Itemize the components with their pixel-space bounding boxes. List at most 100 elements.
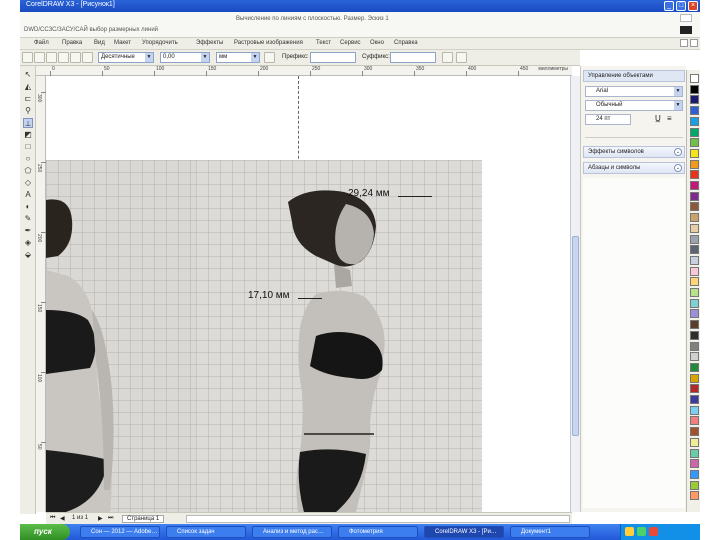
font-select[interactable]: Arial ▼ — [585, 86, 683, 97]
horizontal-dimension-icon[interactable] — [46, 52, 57, 63]
horizontal-ruler[interactable]: 0 50 100 150 200 250 300 350 400 450 миллиметры — [36, 66, 572, 76]
palette-swatch[interactable] — [690, 138, 699, 148]
auto-dimension-icon[interactable] — [22, 52, 33, 63]
menu-view[interactable]: Вид — [94, 40, 105, 46]
palette-swatch[interactable] — [690, 491, 699, 501]
section-character-effects[interactable]: Эффекты символов ⌄ — [583, 146, 685, 158]
palette-swatch[interactable] — [690, 469, 699, 479]
page-tab-1[interactable]: Страница 1 — [122, 515, 165, 523]
left-photo[interactable] — [46, 160, 196, 512]
horizontal-scrollbar[interactable] — [186, 515, 570, 523]
suffix-input[interactable] — [390, 52, 436, 63]
palette-swatch[interactable] — [690, 416, 699, 426]
eyedropper-icon[interactable]: ✎ — [23, 214, 33, 224]
drawing-canvas[interactable]: 29,24 мм 17,10 мм — [46, 76, 570, 512]
palette-swatch[interactable] — [690, 288, 699, 297]
palette-swatch[interactable] — [690, 213, 699, 223]
palette-swatch[interactable] — [690, 448, 699, 458]
palette-swatch[interactable] — [690, 223, 699, 233]
interactive-fill-icon[interactable]: ⬙ — [23, 250, 33, 260]
interactive-blend-icon[interactable]: ◐ — [23, 202, 33, 212]
menu-file[interactable]: Файл — [34, 40, 49, 46]
section-paragraph[interactable]: Абзацы и символы ⌄ — [583, 162, 685, 174]
rectangle-tool-icon[interactable]: □ — [23, 142, 33, 152]
task-2[interactable]: Список задач — [166, 526, 246, 538]
dynamic-dimension-icon[interactable] — [442, 52, 453, 63]
prev-page-button[interactable]: ◀ — [60, 515, 65, 522]
palette-swatch[interactable] — [690, 245, 699, 255]
polygon-tool-icon[interactable]: ⬠ — [23, 166, 33, 176]
palette-swatch[interactable] — [690, 405, 699, 415]
palette-swatch[interactable] — [690, 298, 699, 308]
vertical-dimension-icon[interactable] — [34, 52, 45, 63]
zoom-tool-icon[interactable]: ⚲ — [23, 106, 33, 116]
palette-swatch[interactable] — [690, 159, 699, 169]
menu-help[interactable]: Справка — [394, 40, 418, 46]
palette-swatch[interactable] — [690, 234, 699, 244]
menu-bitmaps[interactable]: Растровые изображения — [234, 40, 303, 46]
palette-swatch[interactable] — [690, 170, 699, 180]
task-1[interactable]: Сон — 2012 — Adobe… — [80, 526, 160, 538]
palette-swatch[interactable] — [690, 384, 699, 394]
angular-dimension-icon[interactable] — [82, 52, 93, 63]
palette-swatch[interactable] — [690, 181, 699, 190]
menu-edit[interactable]: Правка — [62, 40, 82, 46]
palette-swatch[interactable] — [690, 106, 699, 116]
palette-swatch[interactable] — [690, 459, 699, 469]
maximize-button[interactable]: □ — [676, 1, 686, 11]
palette-swatch[interactable] — [690, 266, 699, 276]
measurement-head-label[interactable]: 29,24 мм — [348, 188, 390, 199]
dimension-units-select[interactable]: мм ▼ — [216, 52, 260, 63]
fill-tool-icon[interactable]: ◈ — [23, 238, 33, 248]
palette-swatch[interactable] — [690, 84, 699, 94]
font-style-select[interactable]: Обычный ▼ — [585, 100, 683, 111]
palette-swatch[interactable] — [690, 427, 699, 437]
palette-swatch[interactable] — [690, 255, 699, 265]
prefix-input[interactable] — [310, 52, 356, 63]
smart-fill-icon[interactable]: ◩ — [23, 130, 33, 140]
palette-swatch[interactable] — [690, 95, 699, 105]
palette-swatch[interactable] — [690, 362, 699, 372]
menu-window[interactable]: Окно — [370, 40, 384, 46]
next-page-button[interactable]: ▶ — [98, 515, 103, 522]
measurement-head-line[interactable] — [398, 196, 432, 197]
palette-swatch[interactable] — [690, 148, 699, 158]
tray-icon-1[interactable] — [625, 527, 634, 536]
shape-tool-icon[interactable]: ◭ — [23, 82, 33, 92]
last-page-button[interactable]: ⏭ — [108, 515, 113, 522]
palette-swatch[interactable] — [690, 330, 699, 340]
task-5[interactable]: CorelDRAW X3 - [Ри… — [424, 526, 504, 538]
palette-swatch[interactable] — [690, 352, 699, 362]
palette-swatch[interactable] — [690, 309, 699, 319]
palette-swatch[interactable] — [690, 341, 699, 351]
palette-swatch[interactable] — [690, 320, 699, 330]
main-photo[interactable] — [196, 160, 482, 512]
align-icon[interactable]: ≡ — [667, 114, 672, 123]
text-tool-icon[interactable]: A — [23, 190, 33, 200]
font-size-field[interactable]: 24 пт — [585, 114, 631, 125]
task-3[interactable]: Анализ и метод рас… — [252, 526, 332, 538]
minimize-button[interactable]: _ — [664, 1, 674, 11]
doc-close-button[interactable] — [690, 39, 698, 47]
hint-color-icon[interactable] — [680, 26, 692, 34]
vertical-scrollbar[interactable] — [570, 76, 580, 512]
palette-swatch[interactable] — [690, 277, 699, 287]
first-page-button[interactable]: ⏮ — [50, 515, 55, 522]
underline-icon[interactable]: U̲ — [655, 114, 661, 123]
pick-tool-icon[interactable]: ↖ — [23, 70, 33, 80]
menu-arrange[interactable]: Упорядочить — [142, 40, 178, 46]
show-units-icon[interactable] — [264, 52, 275, 63]
outline-tool-icon[interactable]: ✒ — [23, 226, 33, 236]
palette-swatch[interactable] — [690, 480, 699, 490]
palette-swatch[interactable] — [690, 191, 699, 201]
start-button[interactable]: пуск — [20, 524, 70, 540]
task-4[interactable]: Фотометрия — [338, 526, 418, 538]
menu-tools[interactable]: Сервис — [340, 40, 361, 46]
doc-minimize-button[interactable] — [680, 39, 688, 47]
vertical-scrollbar-thumb[interactable] — [572, 236, 579, 436]
palette-swatch[interactable] — [690, 202, 699, 212]
palette-swatch[interactable] — [690, 127, 699, 137]
palette-swatch[interactable] — [690, 116, 699, 126]
callout-icon[interactable] — [70, 52, 81, 63]
text-position-icon[interactable] — [456, 52, 467, 63]
